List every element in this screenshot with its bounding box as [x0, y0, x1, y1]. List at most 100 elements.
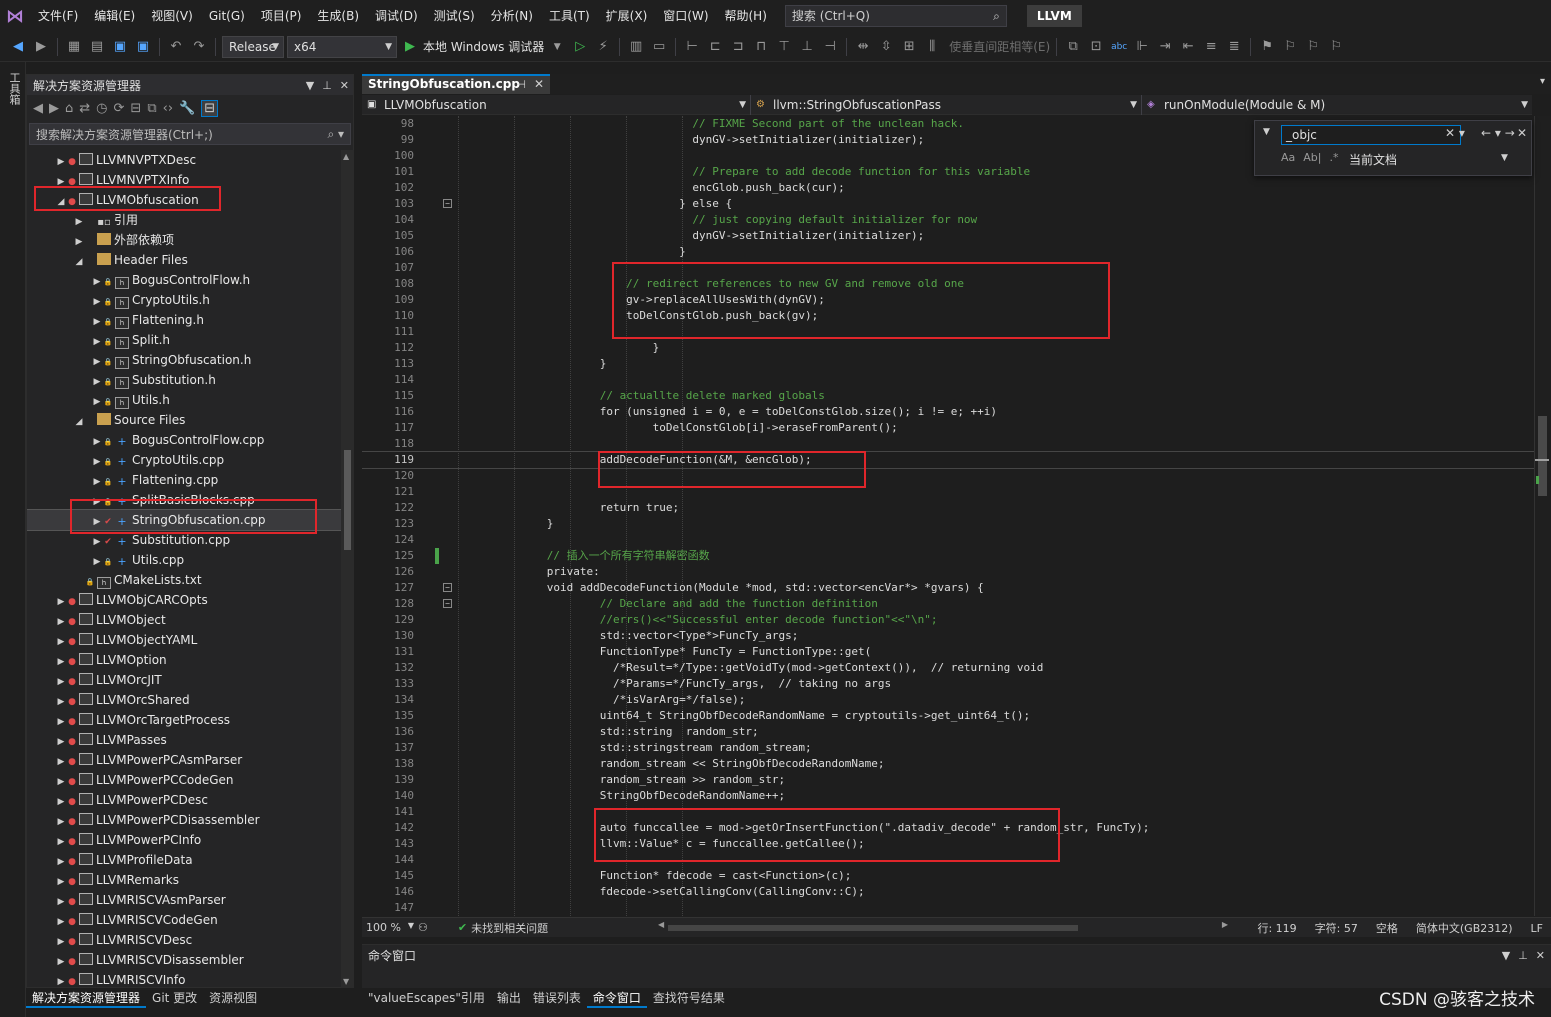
scroll-up-icon[interactable]: ▲ — [343, 152, 349, 161]
menu-extensions[interactable]: 扩展(X) — [598, 0, 656, 32]
code-line[interactable]: 119 addDecodeFunction(&M, &encGlob); — [362, 451, 1534, 469]
expanded-arrow-icon[interactable]: ◢ — [73, 252, 85, 272]
toolbox-tab[interactable]: 工具箱 — [6, 72, 22, 105]
tree-item[interactable]: ▶ ● LLVMRISCVDesc — [27, 930, 341, 950]
tab-find-symbol-results[interactable]: 查找符号结果 — [647, 988, 731, 1008]
code-line[interactable]: 133 /*Params=*/FuncTy_args, // taking no… — [362, 676, 1534, 692]
tab-command-window[interactable]: 命令窗口 — [586, 988, 647, 1008]
collapsed-arrow-icon[interactable]: ▶ — [55, 592, 67, 612]
menu-view[interactable]: 视图(V) — [143, 0, 201, 32]
solution-explorer-search-input[interactable]: 搜索解决方案资源管理器(Ctrl+;) ⌕ ▾ — [29, 123, 351, 145]
tree-item[interactable]: ▶ 🔒 h StringObfuscation.h — [27, 350, 341, 370]
chevron-down-icon[interactable]: ▼ — [1502, 949, 1510, 962]
save-all-icon[interactable]: ▣ — [133, 37, 153, 57]
tree-item[interactable]: ▶ ● LLVMObjectYAML — [27, 630, 341, 650]
code-line[interactable]: 146 fdecode->setCallingConv(CallingConv:… — [362, 884, 1534, 900]
collapsed-arrow-icon[interactable]: ▶ — [91, 532, 103, 552]
code-line[interactable]: 106 } — [362, 244, 1534, 260]
tree-item[interactable]: ▶ ● LLVMRemarks — [27, 870, 341, 890]
regex-icon[interactable]: .* — [1329, 151, 1338, 164]
chevron-down-icon[interactable]: ▼ — [547, 37, 567, 57]
fold-toggle-icon[interactable]: − — [443, 199, 452, 208]
collapsed-arrow-icon[interactable]: ▶ — [55, 752, 67, 772]
sync-icon[interactable]: ⟳ — [114, 101, 125, 116]
tab-order-icon[interactable]: ⧉ — [1063, 37, 1083, 57]
zoom-select[interactable]: 100 % ▼ — [362, 921, 418, 934]
tree-item[interactable]: ▶ ▪▫ 引用 — [27, 210, 341, 230]
chevron-down-icon[interactable]: ▼ — [1501, 153, 1508, 163]
collapsed-arrow-icon[interactable]: ▶ — [55, 932, 67, 952]
outdent-icon[interactable]: ⇤ — [1178, 37, 1198, 57]
code-line[interactable]: 136 std::string random_str; — [362, 724, 1534, 740]
bookmark-icon[interactable]: ⚑ — [1257, 37, 1277, 57]
platform-select[interactable]: x64 ▼ — [287, 35, 397, 58]
align-right-icon[interactable]: ⊓ — [751, 37, 771, 57]
back-icon[interactable]: ◀ — [8, 37, 28, 57]
tree-item[interactable]: ▶ ● LLVMObjCARCOpts — [27, 590, 341, 610]
code-line[interactable]: 122 return true; — [362, 500, 1534, 516]
collapsed-arrow-icon[interactable]: ▶ — [73, 212, 85, 232]
code-line[interactable]: 102 encGlob.push_back(cur); — [362, 180, 1534, 196]
code-line[interactable]: 123 } — [362, 516, 1534, 532]
collapsed-arrow-icon[interactable]: ▶ — [55, 732, 67, 752]
code-line[interactable]: 116 for (unsigned i = 0, e = toDelConstG… — [362, 404, 1534, 420]
tree-item[interactable]: ▶ ● LLVMPowerPCCodeGen — [27, 770, 341, 790]
code-line[interactable]: 140 StringObfDecodeRandomName++; — [362, 788, 1534, 804]
start-debugging-icon[interactable]: ▶ — [400, 37, 420, 57]
align-middle-icon[interactable]: ⊥ — [797, 37, 817, 57]
collapsed-arrow-icon[interactable]: ▶ — [55, 892, 67, 912]
tree-item[interactable]: ▶ 🔒 h Flattening.h — [27, 310, 341, 330]
forward-icon[interactable]: ▶ — [31, 37, 51, 57]
encoding[interactable]: 简体中文(GB2312) — [1416, 920, 1513, 936]
open-folder-icon[interactable]: ▤ — [87, 37, 107, 57]
tree-item[interactable]: ▶ ● LLVMOption — [27, 650, 341, 670]
code-line[interactable]: 124 — [362, 532, 1534, 548]
collapsed-arrow-icon[interactable]: ▶ — [91, 552, 103, 572]
tab-git-changes[interactable]: Git 更改 — [146, 988, 203, 1008]
collapsed-arrow-icon[interactable]: ▶ — [55, 952, 67, 972]
code-line[interactable]: 125 // 插入一个所有字符串解密函数 — [362, 548, 1534, 564]
prev-bookmark-icon[interactable]: ⚐ — [1280, 37, 1300, 57]
comment-icon[interactable]: ≡ — [1201, 37, 1221, 57]
chevron-down-icon[interactable]: ▼ — [306, 79, 314, 92]
scrollbar-thumb[interactable] — [344, 450, 351, 550]
scroll-right-icon[interactable]: ▶ — [1222, 920, 1228, 929]
collapsed-arrow-icon[interactable]: ▶ — [91, 472, 103, 492]
tree-item[interactable]: ▶ 外部依赖项 — [27, 230, 341, 250]
collapsed-arrow-icon[interactable]: ▶ — [55, 792, 67, 812]
tree-item[interactable]: ◢ Source Files — [27, 410, 341, 430]
collapsed-arrow-icon[interactable]: ▶ — [91, 372, 103, 392]
code-line[interactable]: 139 random_stream >> random_str; — [362, 772, 1534, 788]
code-line[interactable]: 135 uint64_t StringObfDecodeRandomName =… — [362, 708, 1534, 724]
menu-edit[interactable]: 编辑(E) — [86, 0, 143, 32]
editor-tab-active[interactable]: StringObfuscation.cpp ⊣ ✕ — [362, 74, 550, 94]
make-same-height-icon[interactable]: ⇳ — [876, 37, 896, 57]
find-input[interactable]: _objc — [1281, 125, 1461, 145]
code-editor[interactable]: 98 // FIXME Second part of the unclean h… — [362, 116, 1534, 916]
tree-item[interactable]: ◢ Header Files — [27, 250, 341, 270]
tree-item[interactable]: ▶ ● LLVMPowerPCAsmParser — [27, 750, 341, 770]
code-line[interactable]: 121 — [362, 484, 1534, 500]
grid-icon[interactable]: ⊡ — [1086, 37, 1106, 57]
clear-icon[interactable]: ✕ ▾ — [1445, 126, 1465, 140]
code-line[interactable]: 147 — [362, 900, 1534, 916]
code-line[interactable]: 112 } — [362, 340, 1534, 356]
project-scope-select[interactable]: ▣ LLVMObfuscation ▼ — [362, 95, 751, 115]
collapse-all-icon[interactable]: ⊟ — [130, 101, 141, 116]
code-line[interactable]: 130 std::vector<Type*>FuncTy_args; — [362, 628, 1534, 644]
make-same-width-icon[interactable]: ⇹ — [853, 37, 873, 57]
tab-overflow-icon[interactable]: ▾ — [1540, 76, 1545, 87]
tree-item[interactable]: ▶ ● LLVMRISCVInfo — [27, 970, 341, 988]
spell-check-icon[interactable]: abc — [1109, 37, 1129, 57]
collapsed-arrow-icon[interactable]: ▶ — [55, 832, 67, 852]
menu-help[interactable]: 帮助(H) — [717, 0, 775, 32]
tree-item[interactable]: ▶ 🔒 + Utils.cpp — [27, 550, 341, 570]
issues-indicator[interactable]: ✔ 未找到相关问题 — [458, 920, 548, 936]
tree-item[interactable]: 🔒 h CMakeLists.txt — [27, 570, 341, 590]
next-bookmark-icon[interactable]: ⚐ — [1303, 37, 1323, 57]
tree-item[interactable]: ▶ 🔒 + BogusControlFlow.cpp — [27, 430, 341, 450]
collapsed-arrow-icon[interactable]: ▶ — [55, 872, 67, 892]
collapsed-arrow-icon[interactable]: ▶ — [91, 272, 103, 292]
toggle-replace-icon[interactable]: ▼ — [1263, 127, 1270, 137]
tree-item[interactable]: ▶ ● LLVMPasses — [27, 730, 341, 750]
